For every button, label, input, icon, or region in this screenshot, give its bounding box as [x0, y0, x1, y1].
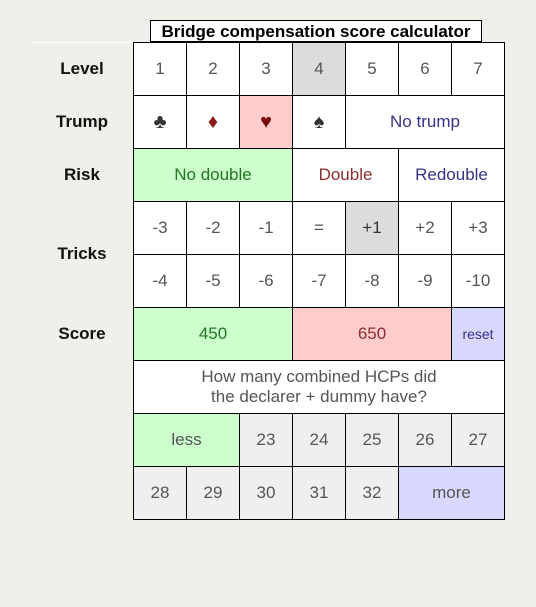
score-made-value: 450	[134, 308, 293, 361]
level-5-button[interactable]: 5	[346, 43, 399, 96]
double-button[interactable]: Double	[293, 149, 399, 202]
tricks-minus-10-button[interactable]: -10	[452, 255, 505, 308]
hcp-question-line2: the declarer + dummy have?	[211, 387, 427, 406]
tricks-minus-4-button[interactable]: -4	[134, 255, 187, 308]
hcp-question: How many combined HCPs did the declarer …	[134, 361, 505, 414]
diamonds-button[interactable]: ♦	[187, 96, 240, 149]
level-3-button[interactable]: 3	[240, 43, 293, 96]
tricks-plus-3-button[interactable]: +3	[452, 202, 505, 255]
spades-button[interactable]: ♠	[293, 96, 346, 149]
hcp-28-button[interactable]: 28	[134, 467, 187, 520]
hcp-29-button[interactable]: 29	[187, 467, 240, 520]
trump-label: Trump	[56, 111, 108, 131]
level-label: Level	[60, 58, 104, 78]
hcp-26-button[interactable]: 26	[399, 414, 452, 467]
hcp-more-button[interactable]: more	[399, 467, 505, 520]
redouble-button[interactable]: Redouble	[399, 149, 505, 202]
clubs-button[interactable]: ♣	[134, 96, 187, 149]
hcp-less-button[interactable]: less	[134, 414, 240, 467]
tricks-minus-2-button[interactable]: -2	[187, 202, 240, 255]
level-4-button[interactable]: 4	[293, 43, 346, 96]
level-7-button[interactable]: 7	[452, 43, 505, 96]
tricks-minus-5-button[interactable]: -5	[187, 255, 240, 308]
hcp-25-button[interactable]: 25	[346, 414, 399, 467]
page-title: Bridge compensation score calculator	[150, 20, 482, 42]
hcp-23-button[interactable]: 23	[240, 414, 293, 467]
hcp-32-button[interactable]: 32	[346, 467, 399, 520]
hcp-31-button[interactable]: 31	[293, 467, 346, 520]
tricks-plus-1-button[interactable]: +1	[346, 202, 399, 255]
risk-label: Risk	[64, 164, 100, 184]
tricks-minus-9-button[interactable]: -9	[399, 255, 452, 308]
hearts-button[interactable]: ♥	[240, 96, 293, 149]
hcp-24-button[interactable]: 24	[293, 414, 346, 467]
tricks-minus-3-button[interactable]: -3	[134, 202, 187, 255]
reset-button[interactable]: reset	[452, 308, 505, 361]
tricks-label: Tricks	[57, 244, 107, 263]
hcp-27-button[interactable]: 27	[452, 414, 505, 467]
no-trump-button[interactable]: No trump	[346, 96, 505, 149]
tricks-minus-8-button[interactable]: -8	[346, 255, 399, 308]
no-double-button[interactable]: No double	[134, 149, 293, 202]
hcp-30-button[interactable]: 30	[240, 467, 293, 520]
level-2-button[interactable]: 2	[187, 43, 240, 96]
tricks-plus-2-button[interactable]: +2	[399, 202, 452, 255]
tricks-minus-6-button[interactable]: -6	[240, 255, 293, 308]
level-6-button[interactable]: 6	[399, 43, 452, 96]
calculator-grid: 1 2 3 4 5 6 7 ♣ ♦ ♥ ♠ No trump No double…	[133, 42, 505, 520]
hcp-question-line1: How many combined HCPs did	[201, 367, 437, 386]
tricks-equal-button[interactable]: =	[293, 202, 346, 255]
tricks-minus-7-button[interactable]: -7	[293, 255, 346, 308]
level-1-button[interactable]: 1	[134, 43, 187, 96]
score-doubled-value: 650	[293, 308, 452, 361]
tricks-minus-1-button[interactable]: -1	[240, 202, 293, 255]
score-label: Score	[58, 323, 106, 343]
